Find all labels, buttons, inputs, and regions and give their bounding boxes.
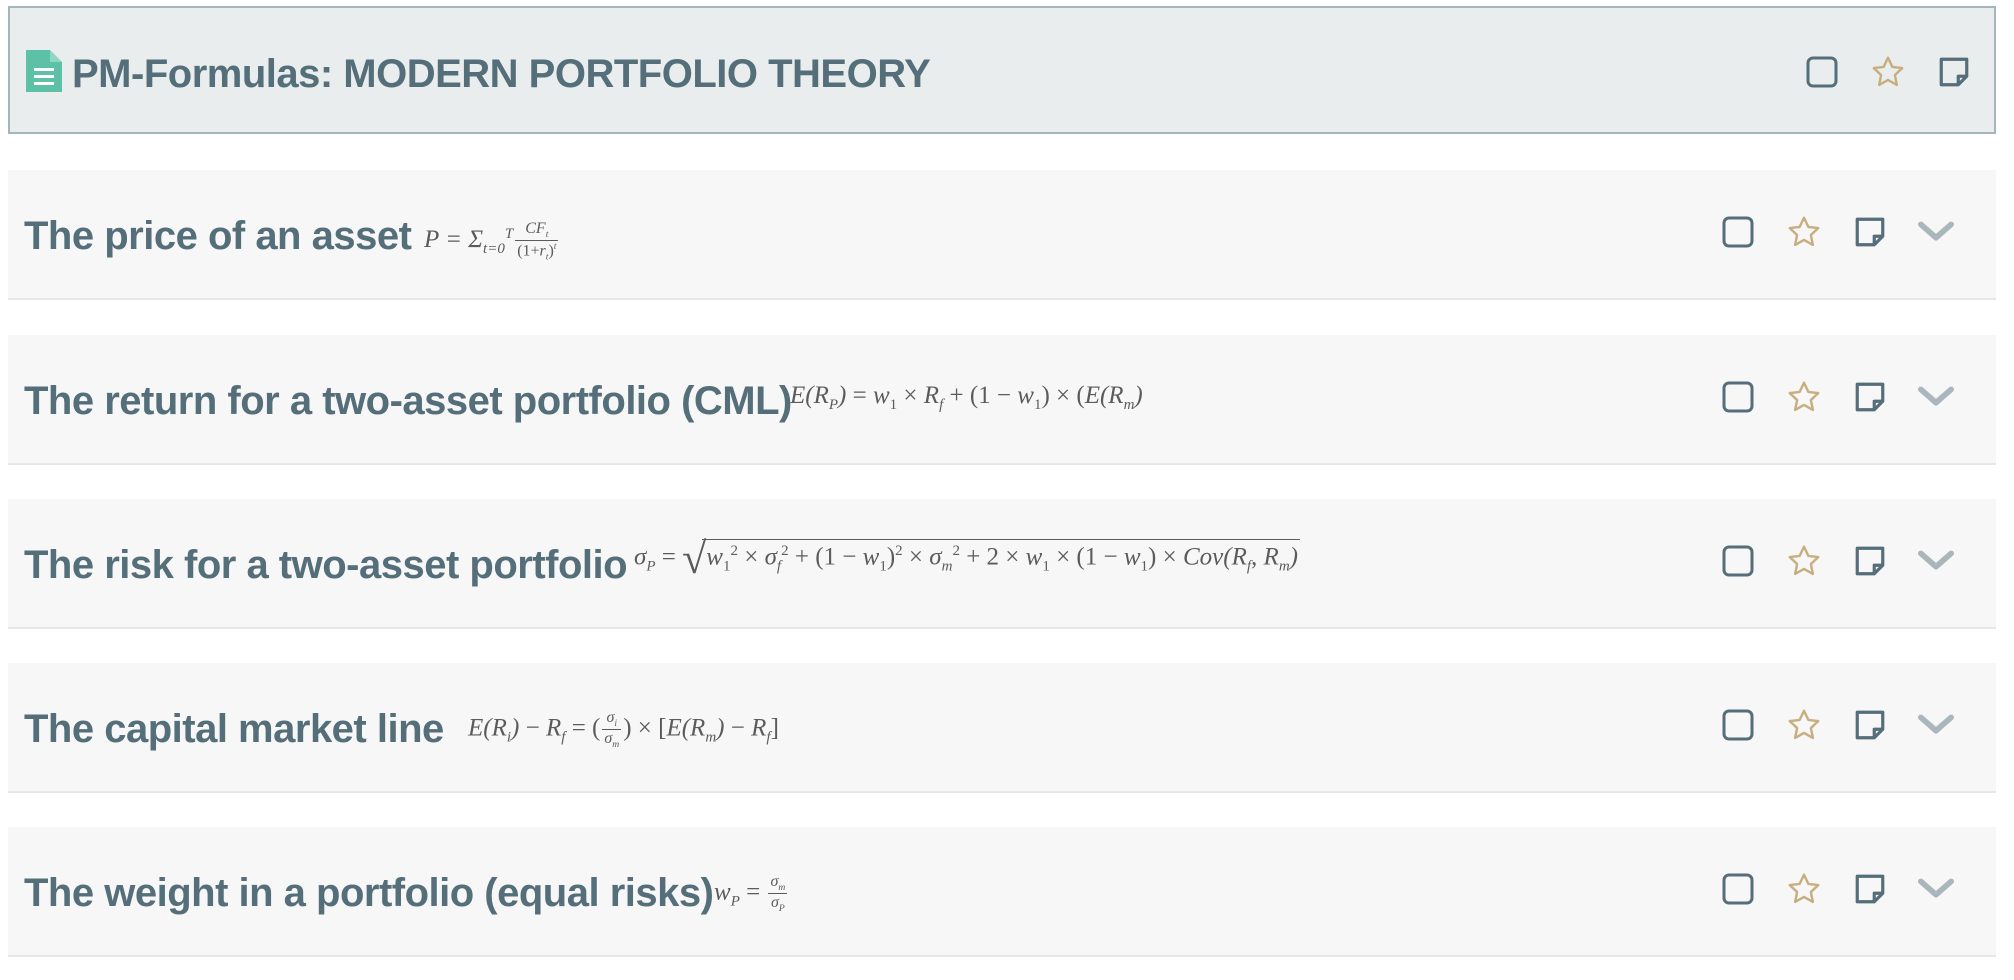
formula: E(RP) = w1 × Rf + (1 − w1) × (E(Rm) [790, 382, 1143, 413]
row-controls [1720, 379, 1954, 415]
row-controls [1720, 543, 1954, 579]
checkbox-icon[interactable] [1720, 871, 1756, 907]
note-icon[interactable] [1852, 543, 1888, 579]
star-icon[interactable] [1786, 543, 1822, 579]
row-controls [1720, 707, 1954, 743]
chevron-down-icon[interactable] [1918, 871, 1954, 907]
page-header: PM-Formulas: MODERN PORTFOLIO THEORY [8, 6, 1996, 134]
note-icon[interactable] [1852, 871, 1888, 907]
note-icon[interactable] [1852, 379, 1888, 415]
list-item[interactable]: The risk for a two-asset portfolio σP = … [8, 499, 1996, 629]
formula: wP = σm σP [714, 873, 788, 915]
chevron-down-icon[interactable] [1918, 214, 1954, 250]
chevron-down-icon[interactable] [1918, 379, 1954, 415]
row-title: The price of an asset [24, 214, 412, 258]
list-item[interactable]: The price of an asset P = Σt=0T CFt (1+rt)… [8, 170, 1996, 300]
list-item[interactable]: The capital market line E(Ri) − Rf = (σi… [8, 663, 1996, 793]
checkbox-icon[interactable] [1720, 214, 1756, 250]
note-icon[interactable] [1852, 214, 1888, 250]
chevron-down-icon[interactable] [1918, 543, 1954, 579]
list-item[interactable]: The return for a two-asset portfolio (CM… [8, 335, 1996, 465]
checkbox-icon[interactable] [1804, 54, 1840, 90]
header-controls [1804, 54, 1972, 90]
star-icon[interactable] [1786, 707, 1822, 743]
document-icon [26, 50, 62, 92]
checkbox-icon[interactable] [1720, 707, 1756, 743]
star-icon[interactable] [1786, 871, 1822, 907]
formula: E(Ri) − Rf = (σi σm) × [E(Rm) − Rf] [468, 709, 779, 751]
star-icon[interactable] [1870, 54, 1906, 90]
formula: σP = √w12 × σf2 + (1 − w1)2 × σm2 + 2 × … [634, 534, 1300, 583]
formula: P = Σt=0T CFt (1+rt)t [424, 220, 559, 263]
note-icon[interactable] [1852, 707, 1888, 743]
note-icon[interactable] [1936, 54, 1972, 90]
row-title: The weight in a portfolio (equal risks) [24, 871, 714, 915]
page-title: PM-Formulas: MODERN PORTFOLIO THEORY [72, 52, 931, 96]
row-title: The risk for a two-asset portfolio [24, 543, 628, 587]
list-item[interactable]: The weight in a portfolio (equal risks) … [8, 827, 1996, 957]
row-controls [1720, 871, 1954, 907]
star-icon[interactable] [1786, 379, 1822, 415]
checkbox-icon[interactable] [1720, 379, 1756, 415]
row-controls [1720, 214, 1954, 250]
chevron-down-icon[interactable] [1918, 707, 1954, 743]
star-icon[interactable] [1786, 214, 1822, 250]
row-title: The capital market line [24, 707, 444, 751]
row-title: The return for a two-asset portfolio (CM… [24, 379, 792, 423]
checkbox-icon[interactable] [1720, 543, 1756, 579]
